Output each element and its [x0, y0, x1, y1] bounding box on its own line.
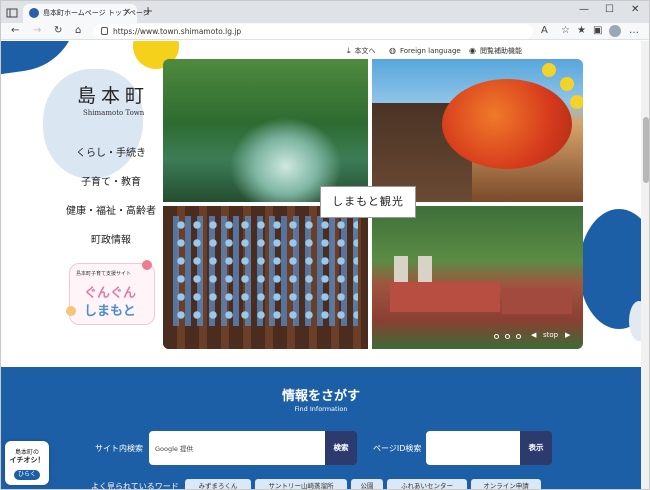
site-search-input[interactable]: Google 提供: [149, 431, 325, 465]
popular-words-label: よく見られているワード: [91, 482, 179, 490]
popular-word-tag[interactable]: サントリー山崎蒸溜所: [255, 479, 347, 489]
nav-childcare[interactable]: 子育て・教育: [61, 173, 161, 188]
foreign-language-link[interactable]: ◍ Foreign language: [389, 46, 461, 55]
yellow-flower-icon: [560, 77, 574, 91]
slide-stop-button[interactable]: stop: [543, 331, 558, 339]
tab-close-icon[interactable]: ×: [123, 7, 131, 17]
address-bar[interactable]: https://www.town.shimamoto.lg.jp: [93, 24, 533, 39]
slide-dot[interactable]: [494, 334, 499, 339]
distillery-pagoda-roof: [418, 256, 432, 284]
back-icon[interactable]: ←: [11, 25, 19, 36]
reading-aid-label: 閲覧補助機能: [479, 47, 522, 55]
flower-decoration-icon: [142, 260, 152, 270]
favorites-icon[interactable]: ★: [577, 25, 586, 36]
decor-right-light-shape: [629, 301, 641, 341]
tab-active[interactable]: 島本町ホームページ トップページ ×: [23, 4, 150, 23]
page-id-label: ページID検索: [373, 444, 422, 453]
page-id-input[interactable]: [426, 431, 520, 465]
lock-icon: [101, 27, 108, 35]
collections-icon[interactable]: ▣: [593, 25, 602, 36]
distillery-pagoda-roof: [394, 256, 408, 284]
yellow-flower-icon: [570, 95, 583, 109]
nav-living[interactable]: くらし・手続き: [61, 144, 161, 159]
forward-icon[interactable]: →: [33, 25, 41, 36]
hero-slideshow[interactable]: しまもと観光 ◀ stop ▶: [163, 59, 583, 349]
childcare-site-banner[interactable]: 島本町子育て支援サイト ぐんぐん しまもと: [66, 260, 155, 325]
yellow-flower-icon: [542, 63, 556, 77]
site-search-label: サイト内検索: [95, 444, 143, 453]
photo-forest-stream: [163, 59, 368, 202]
popular-word-tag[interactable]: みずまろくん: [185, 479, 251, 489]
distillery-building: [390, 282, 500, 312]
tab-bar: 島本町ホームページ トップページ × + — ☐ ✕: [1, 1, 649, 23]
maple-tree: [442, 79, 572, 169]
recommend-open-button[interactable]: ひらく: [14, 470, 40, 480]
popular-word-tag[interactable]: ふれあいセンター: [387, 479, 467, 489]
home-icon[interactable]: ⌂: [75, 25, 81, 36]
site-search-button[interactable]: 検索: [325, 431, 357, 465]
banner-title-line2: しまもと: [84, 304, 136, 319]
site-favicon-icon: [29, 8, 39, 18]
recommend-widget-line2: イチオシ！: [9, 456, 45, 464]
wind-chimes: [173, 216, 358, 326]
photo-wind-chimes: [163, 206, 368, 349]
profile-avatar[interactable]: [609, 25, 621, 37]
maximize-button[interactable]: ☐: [605, 4, 614, 15]
site-logo-subtitle: Shimamoto Town: [83, 109, 145, 117]
slide-dot[interactable]: [516, 334, 521, 339]
slide-next-button[interactable]: ▶: [565, 331, 570, 339]
page-content: ⤓ 本文へ ◍ Foreign language ◉ 閲覧補助機能 島本町 Shima…: [1, 41, 641, 490]
url-text: https://www.town.shimamoto.lg.jp: [113, 27, 242, 36]
page-scrollbar[interactable]: [641, 41, 649, 489]
globe-icon: ◍: [389, 46, 396, 55]
window-menu-icon[interactable]: [5, 5, 19, 19]
section-title: 情報をさがす: [281, 389, 360, 404]
section-subtitle: Find Information: [294, 405, 348, 413]
photo-autumn-shrine: [372, 59, 583, 202]
eye-icon: ◉: [469, 46, 476, 55]
flower-decoration-icon: [66, 306, 76, 316]
distillery-building: [502, 288, 572, 314]
find-information-section: 情報をさがす Find Information サイト内検索 Google 提供…: [1, 367, 641, 490]
text-only-label: 本文へ: [354, 47, 376, 55]
slide-dot[interactable]: [505, 334, 510, 339]
navigation-bar: ← → ↻ ⌂ https://www.town.shimamoto.lg.jp…: [1, 23, 649, 40]
tourism-label[interactable]: しまもと観光: [320, 186, 416, 218]
close-window-button[interactable]: ✕: [631, 4, 639, 15]
banner-title-line1: ぐんぐん: [84, 286, 137, 301]
scrollbar-thumb[interactable]: [643, 117, 649, 183]
recommend-widget[interactable]: 島本町の イチオシ！ ひらく: [5, 441, 49, 485]
popular-word-tag[interactable]: オンライン申請: [471, 479, 541, 489]
text-only-link[interactable]: ⤓ 本文へ: [347, 46, 376, 56]
popular-word-tag[interactable]: 公園: [351, 479, 383, 489]
site-logo[interactable]: 島本町: [77, 81, 149, 108]
more-menu-icon[interactable]: …: [629, 25, 639, 36]
slide-prev-button[interactable]: ◀: [531, 331, 536, 339]
favorite-star-icon[interactable]: ☆: [561, 25, 570, 36]
read-aloud-icon[interactable]: A: [541, 25, 548, 36]
browser-window: 島本町ホームページ トップページ × + — ☐ ✕ ← → ↻ ⌂ https…: [0, 0, 650, 490]
new-tab-button[interactable]: +: [143, 4, 153, 18]
nav-town-administration[interactable]: 町政情報: [61, 231, 161, 246]
download-icon: ⤓: [347, 46, 351, 55]
refresh-icon[interactable]: ↻: [54, 25, 62, 36]
site-search-placeholder: Google 提供: [155, 445, 193, 453]
page-id-button[interactable]: 表示: [520, 431, 552, 465]
reading-aid-link[interactable]: ◉ 閲覧補助機能: [469, 46, 522, 56]
banner-subtitle: 島本町子育て支援サイト: [76, 271, 132, 277]
minimize-button[interactable]: —: [579, 4, 589, 15]
photo-distillery: [372, 206, 583, 349]
foreign-language-label: Foreign language: [399, 47, 461, 55]
tab-title: 島本町ホームページ トップページ: [43, 9, 150, 17]
nav-health-welfare[interactable]: 健康・福祉・高齢者: [61, 202, 161, 217]
